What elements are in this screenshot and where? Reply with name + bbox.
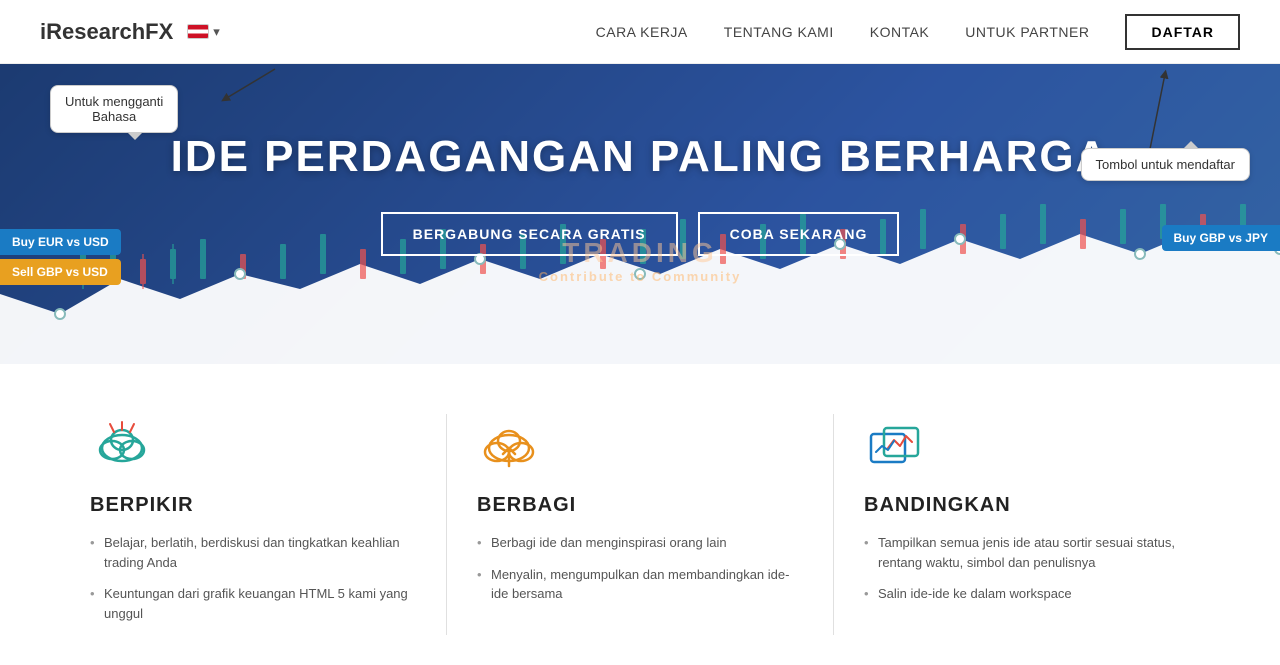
bandingkan-title: BANDINGKAN <box>864 494 1190 517</box>
hero-section: Buy EUR vs USD Sell GBP vs USD Buy GBP v… <box>0 64 1280 364</box>
watermark-line1: TRADING <box>539 237 742 269</box>
brand-logo: iResearchFX <box>40 19 173 45</box>
badge-buy-eur-usd: Buy EUR vs USD <box>0 229 121 255</box>
berpikir-list: Belajar, berlatih, berdiskusi dan tingka… <box>90 533 416 623</box>
berbagi-list: Berbagi ide dan menginspirasi orang lain… <box>477 533 803 604</box>
badge-sell-gbp-usd: Sell GBP vs USD <box>0 259 121 285</box>
nav-tentang-kami[interactable]: TENTANG KAMI <box>724 24 834 40</box>
berbagi-item-1: Menyalin, mengumpulkan dan membandingkan… <box>477 565 803 604</box>
callout-bahasa: Untuk mengganti Bahasa <box>50 85 178 133</box>
flag-icon <box>187 24 209 39</box>
flag-dropdown-arrow: ▾ <box>213 24 220 40</box>
nav-links: CARA KERJA TENTANG KAMI KONTAK UNTUK PAR… <box>596 14 1240 50</box>
berbagi-icon <box>477 414 541 478</box>
hero-title: IDE PERDAGANGAN PALING BERHARGA <box>171 132 1110 182</box>
berpikir-item-1: Keuntungan dari grafik keuangan HTML 5 k… <box>90 584 416 623</box>
features-section: BERPIKIR Belajar, berlatih, berdiskusi d… <box>0 364 1280 665</box>
berbagi-item-0: Berbagi ide dan menginspirasi orang lain <box>477 533 803 553</box>
language-selector[interactable]: ▾ <box>187 24 220 40</box>
badge-buy-gbp-jpy: Buy GBP vs JPY <box>1162 225 1280 251</box>
berpikir-title: BERPIKIR <box>90 494 416 517</box>
navbar: iResearchFX ▾ CARA KERJA TENTANG KAMI KO… <box>0 0 1280 64</box>
berbagi-title: BERBAGI <box>477 494 803 517</box>
bandingkan-list: Tampilkan semua jenis ide atau sortir se… <box>864 533 1190 604</box>
arrow-daftar <box>1120 64 1180 154</box>
watermark: TRADING Contribute to Community <box>539 237 742 284</box>
brand-name: iResearchFX <box>40 19 173 45</box>
arrow-bahasa <box>205 64 285 104</box>
nav-cara-kerja[interactable]: CARA KERJA <box>596 24 688 40</box>
feature-berpikir: BERPIKIR Belajar, berlatih, berdiskusi d… <box>60 414 447 635</box>
berpikir-icon <box>90 414 154 478</box>
watermark-line2: Contribute to Community <box>539 269 742 284</box>
feature-bandingkan: BANDINGKAN Tampilkan semua jenis ide ata… <box>834 414 1220 635</box>
nav-untuk-partner[interactable]: UNTUK PARTNER <box>965 24 1089 40</box>
nav-kontak[interactable]: KONTAK <box>870 24 930 40</box>
daftar-button[interactable]: DAFTAR <box>1125 14 1240 50</box>
callout-daftar: Tombol untuk mendaftar <box>1081 148 1250 181</box>
berpikir-item-0: Belajar, berlatih, berdiskusi dan tingka… <box>90 533 416 572</box>
bandingkan-icon <box>864 414 928 478</box>
bandingkan-item-0: Tampilkan semua jenis ide atau sortir se… <box>864 533 1190 572</box>
feature-berbagi: BERBAGI Berbagi ide dan menginspirasi or… <box>447 414 834 635</box>
